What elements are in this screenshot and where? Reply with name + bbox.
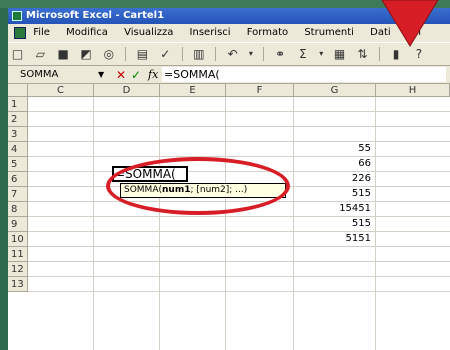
row-header[interactable]: 11 (8, 247, 28, 262)
row-header[interactable]: 9 (8, 217, 28, 232)
menu-inserisci[interactable]: Inserisci (190, 24, 231, 42)
autosum-icon[interactable]: Σ (294, 45, 311, 63)
cell-g6[interactable]: 226 (294, 171, 376, 186)
grid-line (93, 97, 94, 350)
autosum-dropdown-icon[interactable]: ▾ (317, 45, 325, 63)
column-header-c[interactable]: C (28, 84, 94, 97)
column-header-h[interactable]: H (376, 84, 450, 97)
row-header[interactable]: 4 (8, 142, 28, 157)
row-header[interactable]: 10 (8, 232, 28, 247)
save-icon[interactable]: ■ (55, 45, 72, 63)
row-header[interactable]: 3 (8, 127, 28, 142)
spelling-icon[interactable]: ✓ (157, 45, 174, 63)
select-all-corner[interactable] (8, 84, 28, 97)
cancel-icon[interactable]: ✕ (116, 66, 126, 84)
sort-ascending-icon[interactable]: ⇅ (354, 45, 371, 63)
toolbar-separator (262, 47, 264, 61)
column-header-g[interactable]: G (294, 84, 376, 97)
row-header[interactable]: 5 (8, 157, 28, 172)
undo-icon[interactable]: ↶ (224, 45, 241, 63)
worksheet-grid[interactable]: C D E F G H 1 2 3 4 5 6 7 8 9 10 11 12 1… (8, 84, 450, 350)
grid-line (28, 246, 450, 247)
grid-line (159, 97, 160, 350)
row-header[interactable]: 12 (8, 262, 28, 277)
permission-icon[interactable]: ◩ (77, 45, 94, 63)
row-header[interactable]: 6 (8, 172, 28, 187)
hyperlink-icon[interactable]: ⚭ (272, 45, 289, 63)
name-box[interactable]: SOMMA (14, 67, 98, 82)
column-header-f[interactable]: F (226, 84, 294, 97)
formula-input[interactable]: =SOMMA( (162, 67, 446, 82)
row-header[interactable]: 13 (8, 277, 28, 292)
toolbar-separator (378, 47, 380, 61)
cell-g5[interactable]: 66 (294, 156, 376, 171)
grid-line (28, 126, 450, 127)
excel-window: Microsoft Excel - Cartel1 File Modifica … (8, 8, 450, 350)
undo-dropdown-icon[interactable]: ▾ (247, 45, 255, 63)
toolbar-separator (125, 47, 127, 61)
grid-line (28, 216, 450, 217)
open-icon[interactable]: ▱ (32, 45, 49, 63)
row-header[interactable]: 1 (8, 97, 28, 112)
menu-strumenti[interactable]: Strumenti (304, 24, 354, 42)
print-preview-icon[interactable]: ◎ (100, 45, 117, 63)
grid-line (28, 231, 450, 232)
print-icon[interactable]: ▤ (134, 45, 151, 63)
grid-line (225, 97, 226, 350)
menu-visualizza[interactable]: Visualizza (124, 24, 173, 42)
grid-line (28, 276, 450, 277)
toolbar-separator (215, 47, 217, 61)
row-header[interactable]: 8 (8, 202, 28, 217)
name-box-dropdown-icon[interactable]: ▼ (98, 67, 108, 82)
cell-g8[interactable]: 15451 (294, 201, 376, 216)
toolbar-separator (181, 47, 183, 61)
cell-g9[interactable]: 515 (294, 216, 376, 231)
formula-bar: SOMMA ▼ ✕ ✓ fx =SOMMA( (8, 66, 450, 84)
grid-line (28, 141, 450, 142)
window-title: Microsoft Excel - Cartel1 (26, 10, 165, 21)
menu-file[interactable]: File (33, 24, 50, 42)
insert-function-icon[interactable]: ▦ (331, 45, 348, 63)
row-header[interactable]: 2 (8, 112, 28, 127)
column-header-e[interactable]: E (160, 84, 226, 97)
column-header-d[interactable]: D (94, 84, 160, 97)
row-header[interactable]: 7 (8, 187, 28, 202)
workbook-icon[interactable] (14, 27, 26, 39)
grid-line (28, 291, 450, 292)
menu-modifica[interactable]: Modifica (66, 24, 108, 42)
grid-line (28, 261, 450, 262)
excel-app-icon (12, 11, 22, 21)
cell-g7[interactable]: 515 (294, 186, 376, 201)
insert-function-button[interactable]: fx (148, 66, 158, 84)
menu-formato[interactable]: Formato (247, 24, 288, 42)
grid-line (28, 111, 450, 112)
cell-g10[interactable]: 5151 (294, 231, 376, 246)
new-icon[interactable]: □ (9, 45, 26, 63)
cell-g4[interactable]: 55 (294, 141, 376, 156)
enter-icon[interactable]: ✓ (131, 66, 141, 84)
grid-line (28, 156, 450, 157)
highlight-ellipse (106, 157, 290, 215)
pointer-arrow-icon (381, 0, 439, 47)
paste-icon[interactable]: ▥ (190, 45, 207, 63)
